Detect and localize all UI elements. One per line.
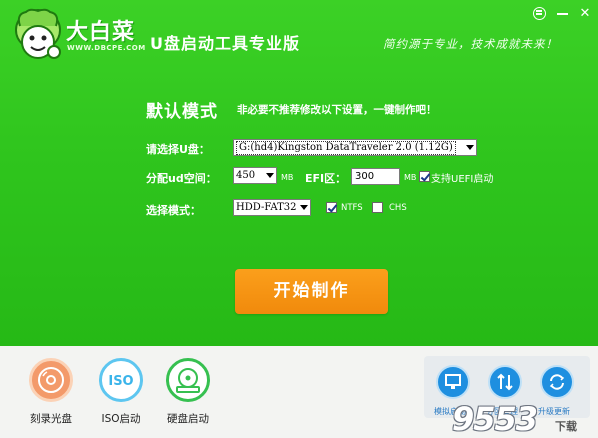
- ntfs-checkbox[interactable]: [326, 202, 337, 213]
- minimize-icon: [556, 13, 568, 15]
- chevron-down-icon: [300, 205, 308, 210]
- efi-unit: MB: [404, 173, 417, 182]
- iso-boot-button[interactable]: ISO ISO启动: [91, 358, 151, 426]
- harddisk-boot-button[interactable]: 硬盘启动: [158, 358, 218, 426]
- minimize-button[interactable]: [554, 6, 570, 22]
- start-button[interactable]: 开始制作: [235, 269, 388, 314]
- iso-icon: ISO: [99, 358, 143, 402]
- alloc-label: 分配ud空间：: [146, 172, 217, 185]
- cabbage-logo-icon: [15, 8, 61, 59]
- monitor-icon: [445, 374, 461, 389]
- ntfs-label: NTFS: [341, 203, 363, 213]
- partition-manage-button[interactable]: [488, 365, 522, 399]
- simulate-boot-button[interactable]: [436, 365, 470, 399]
- disk-select[interactable]: G:(hd4)Kingston DataTraveler 2.0 (1.12G): [233, 139, 477, 156]
- mode-hint: 非必要不推荐修改以下设置，一键制作吧！: [237, 104, 437, 116]
- brand-url: WWW.DBCPE.COM: [67, 44, 146, 52]
- partition-icon: [497, 373, 513, 391]
- efi-label: EFI区：: [305, 172, 347, 185]
- close-button[interactable]: ✕: [577, 6, 593, 22]
- slogan: 简约源于专业，技术成就未来！: [383, 37, 558, 51]
- brand-name: 大白菜: [66, 20, 136, 45]
- disc-icon: [29, 358, 73, 402]
- watermark-sub: 下载: [555, 420, 577, 433]
- update-label: 升级更新: [538, 407, 570, 416]
- mode-select-value: HDD-FAT32: [236, 202, 297, 213]
- app-title: U盘启动工具专业版: [150, 34, 300, 53]
- disk-label: 请选择U盘：: [146, 143, 210, 156]
- svg-text:ISO: ISO: [108, 374, 133, 389]
- menu-button[interactable]: [531, 6, 547, 22]
- alloc-select-value: 450: [236, 170, 256, 181]
- efi-size-input[interactable]: 300: [351, 168, 400, 185]
- burn-disc-label: 刻录光盘: [30, 413, 72, 425]
- select-mode-label: 选择模式：: [146, 204, 201, 217]
- uefi-checkbox[interactable]: [419, 171, 430, 182]
- harddisk-boot-label: 硬盘启动: [167, 413, 209, 425]
- chevron-down-icon: [266, 173, 274, 178]
- uefi-label: 支持UEFI启动: [431, 174, 494, 185]
- disk-select-value: G:(hd4)Kingston DataTraveler 2.0 (1.12G): [236, 141, 456, 155]
- main-panel: 大白菜 WWW.DBCPE.COM U盘启动工具专业版 简约源于专业，技术成就未…: [0, 0, 598, 346]
- burn-disc-button[interactable]: 刻录光盘: [21, 358, 81, 426]
- menu-icon: [532, 7, 546, 20]
- chevron-down-icon: [466, 145, 474, 150]
- chs-label: CHS: [389, 203, 407, 213]
- refresh-icon: [549, 374, 565, 390]
- watermark: 9553: [452, 400, 538, 438]
- alloc-select[interactable]: 450: [233, 167, 277, 184]
- close-icon: ✕: [579, 6, 591, 21]
- harddisk-icon: [166, 358, 210, 402]
- chs-checkbox[interactable]: [372, 202, 383, 213]
- mode-title: 默认模式: [146, 102, 218, 122]
- iso-boot-label: ISO启动: [101, 413, 141, 425]
- update-button[interactable]: [540, 365, 574, 399]
- alloc-unit: MB: [281, 173, 294, 182]
- mode-select[interactable]: HDD-FAT32: [233, 199, 311, 216]
